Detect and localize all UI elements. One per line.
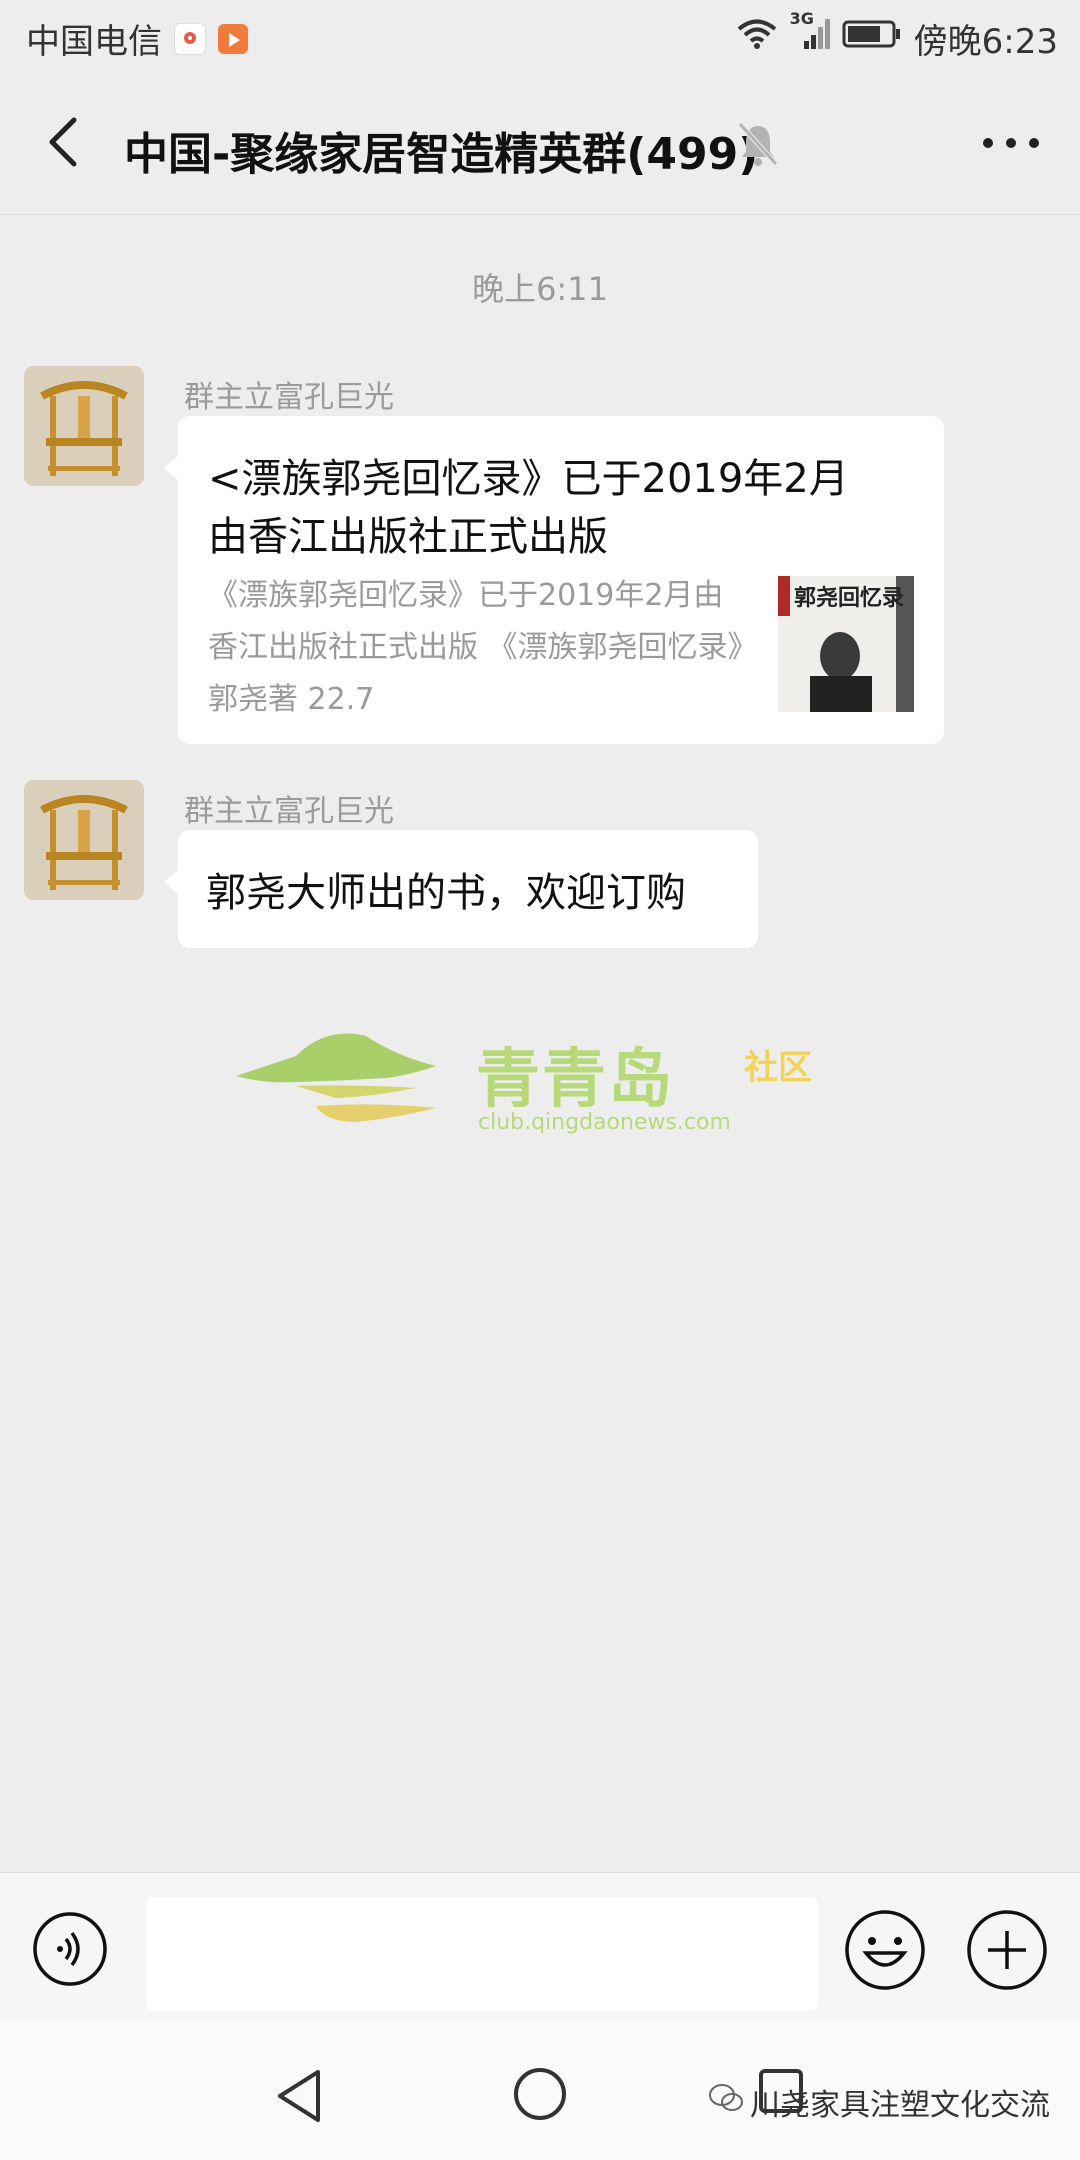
nav-home-icon[interactable] bbox=[512, 2066, 568, 2122]
watermark-tag: 社区 bbox=[744, 1048, 812, 1088]
mountain-logo-icon bbox=[236, 1033, 436, 1122]
nav-back-icon[interactable] bbox=[274, 2068, 326, 2124]
battery-icon bbox=[842, 18, 902, 59]
chair-avatar-icon bbox=[24, 366, 144, 486]
maps-app-icon bbox=[174, 22, 206, 55]
clock-label: 傍晚6:23 bbox=[913, 22, 1058, 62]
link-thumbnail: 郭尧回忆录 bbox=[778, 576, 914, 712]
back-arrow-icon[interactable] bbox=[36, 112, 96, 172]
watermark-name: 青青岛 bbox=[476, 1043, 674, 1117]
avatar[interactable] bbox=[24, 366, 144, 486]
status-left: 中国电信 bbox=[26, 14, 248, 63]
signal-icon: 3G bbox=[790, 9, 830, 60]
link-title: <漂族郭尧回忆录》已于2019年2月由香江出版社正式出版 bbox=[208, 456, 849, 560]
status-right: 3G 傍晚6:23 bbox=[724, 9, 1058, 63]
sender-name: 群主立富孔巨光 bbox=[184, 380, 394, 415]
wechat-account-name: 川尧家具注塑文化交流 bbox=[750, 2088, 1050, 2123]
more-icon[interactable] bbox=[976, 118, 1046, 168]
chair-avatar-icon bbox=[24, 780, 144, 900]
wechat-account-watermark: 川尧家具注塑文化交流 bbox=[708, 2080, 1050, 2124]
status-bar: 中国电信 3G 傍晚6:23 bbox=[0, 0, 1080, 72]
watermark-url: club.qingdaonews.com bbox=[478, 1110, 731, 1135]
carrier-label: 中国电信 bbox=[26, 22, 162, 62]
chat-title: 中国-聚缘家居智造精英群(499) bbox=[124, 129, 759, 180]
avatar[interactable] bbox=[24, 780, 144, 900]
wechat-logo-icon bbox=[708, 2083, 744, 2121]
emoji-icon[interactable] bbox=[844, 1909, 926, 1991]
voice-icon[interactable] bbox=[32, 1911, 108, 1987]
chat-header: 中国-聚缘家居智造精英群(499) bbox=[0, 72, 1080, 215]
link-description: 《漂族郭尧回忆录》已于2019年2月由香江出版社正式出版 《漂族郭尧回忆录》郭尧… bbox=[208, 578, 743, 717]
input-bar bbox=[0, 1872, 1080, 2023]
wifi-icon bbox=[736, 18, 778, 59]
qingdao-watermark: 青青岛 社区 club.qingdaonews.com bbox=[236, 1026, 856, 1146]
message-text: 郭尧大师出的书，欢迎订购 bbox=[206, 870, 686, 916]
message-input[interactable] bbox=[146, 1897, 818, 2011]
thumbnail-book-title: 郭尧回忆录 bbox=[794, 586, 905, 611]
network-type-label: 3G bbox=[789, 9, 814, 28]
message-time-label: 晚上6:11 bbox=[472, 270, 608, 308]
plus-icon[interactable] bbox=[966, 1909, 1048, 1991]
mute-bell-icon bbox=[736, 120, 780, 168]
video-app-icon bbox=[218, 23, 248, 54]
text-message-bubble[interactable]: 郭尧大师出的书，欢迎订购 bbox=[164, 830, 758, 948]
sender-name: 群主立富孔巨光 bbox=[184, 794, 394, 829]
link-message-bubble[interactable]: <漂族郭尧回忆录》已于2019年2月由香江出版社正式出版 《漂族郭尧回忆录》已于… bbox=[164, 416, 944, 744]
